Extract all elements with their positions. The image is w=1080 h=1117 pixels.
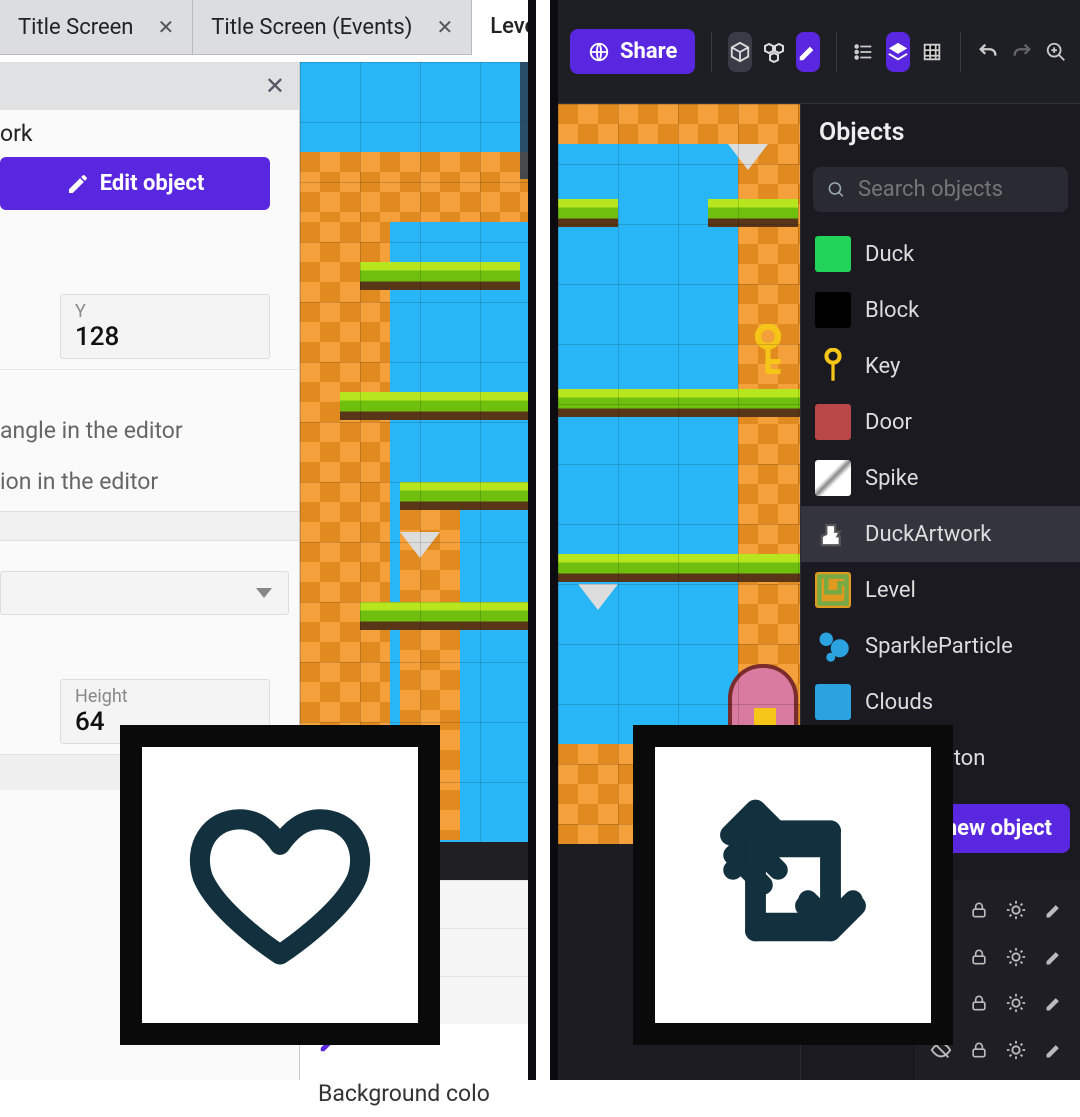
edit-icon[interactable] — [1038, 937, 1070, 978]
tab-label: Title Screen (Events) — [211, 15, 412, 40]
brightness-icon[interactable] — [1001, 890, 1033, 931]
tab-title-screen[interactable]: Title Screen ✕ — [0, 0, 193, 54]
object-item-level[interactable]: Level — [801, 562, 1080, 618]
search-icon — [827, 179, 846, 201]
y-input[interactable]: Y 128 — [60, 294, 270, 359]
object-item-sparkleparticle[interactable]: SparkleParticle — [801, 618, 1080, 674]
object-item-block[interactable]: Block — [801, 282, 1080, 338]
edit-icon[interactable] — [1038, 1030, 1070, 1071]
object-item-spike[interactable]: Spike — [801, 450, 1080, 506]
retweet-icon — [693, 795, 893, 975]
object-item-label: Door — [865, 410, 912, 435]
pane-divider[interactable] — [528, 0, 558, 1080]
tab-title-screen-events[interactable]: Title Screen (Events) ✕ — [193, 0, 472, 54]
object-thumbnail-icon — [815, 236, 851, 272]
lock-icon[interactable] — [963, 983, 995, 1024]
object-item-door[interactable]: Door — [801, 394, 1080, 450]
object-thumbnail-icon — [815, 292, 851, 328]
zoom-in-icon[interactable] — [1044, 32, 1068, 72]
lock-icon[interactable] — [963, 1030, 995, 1071]
object-thumbnail-icon — [815, 348, 851, 384]
object-item-label: Spike — [865, 466, 918, 491]
objects-title: Objects — [801, 104, 1080, 161]
object-item-duck[interactable]: Duck — [801, 226, 1080, 282]
object-item-label: SparkleParticle — [865, 634, 1013, 659]
close-icon[interactable]: ✕ — [436, 15, 453, 39]
search-objects[interactable] — [813, 167, 1068, 212]
list-icon[interactable] — [852, 32, 876, 72]
heart-icon — [185, 800, 375, 970]
edit-object-button[interactable]: Edit object — [0, 157, 270, 210]
framed-heart — [120, 725, 440, 1045]
share-button[interactable]: Share — [570, 29, 695, 74]
object-thumbnail-icon — [815, 628, 851, 664]
lock-icon[interactable] — [963, 890, 995, 931]
undo-icon[interactable] — [976, 32, 1000, 72]
top-toolbar: Share — [558, 0, 1080, 104]
object-thumbnail-icon — [815, 572, 851, 608]
peek-row[interactable]: Background colo — [300, 1070, 540, 1117]
globe-icon — [588, 41, 610, 63]
grid-icon[interactable] — [920, 32, 944, 72]
object-thumbnail-icon — [815, 404, 851, 440]
edit-mode-icon[interactable] — [796, 32, 820, 72]
object-item-label: Clouds — [865, 690, 933, 715]
framed-retweet — [633, 725, 953, 1045]
object-item-label: Block — [865, 298, 919, 323]
object-thumbnail-icon — [815, 460, 851, 496]
hint-position: ion in the editor — [0, 460, 299, 511]
redo-icon[interactable] — [1010, 32, 1034, 72]
dropdown[interactable] — [0, 571, 289, 615]
layers-icon[interactable] — [886, 32, 910, 72]
object-thumbnail-icon — [815, 516, 851, 552]
object-item-label: Key — [865, 354, 900, 379]
chevron-down-icon — [256, 588, 272, 598]
brightness-icon[interactable] — [1001, 937, 1033, 978]
object-item-clouds[interactable]: Clouds — [801, 674, 1080, 730]
objects-list: Duck Block Key Door Spike DuckArtwork Level Spa… — [801, 226, 1080, 786]
y-value: 128 — [75, 322, 255, 352]
edit-icon[interactable] — [1038, 983, 1070, 1024]
lock-icon[interactable] — [963, 937, 995, 978]
object-thumbnail-icon — [815, 684, 851, 720]
object-item-label: Duck — [865, 242, 914, 267]
object-item-duckartwork[interactable]: DuckArtwork — [801, 506, 1080, 562]
edit-icon[interactable] — [1038, 890, 1070, 931]
cubes-icon[interactable] — [762, 32, 786, 72]
close-icon[interactable]: ✕ — [157, 15, 174, 39]
cube-icon[interactable] — [728, 32, 752, 72]
object-item-label: DuckArtwork — [865, 522, 991, 547]
inspector-header: ✕ — [0, 62, 299, 110]
object-item-key[interactable]: Key — [801, 338, 1080, 394]
y-label: Y — [75, 301, 255, 322]
object-item-label: Level — [865, 578, 916, 603]
brightness-icon[interactable] — [1001, 983, 1033, 1024]
share-label: Share — [620, 39, 677, 64]
height-label: Height — [75, 686, 255, 707]
close-icon[interactable]: ✕ — [265, 72, 285, 100]
hint-angle: angle in the editor — [0, 409, 299, 460]
brightness-icon[interactable] — [1001, 1030, 1033, 1071]
edit-object-label: Edit object — [100, 171, 205, 196]
object-name-fragment: ork — [0, 110, 299, 157]
pencil-icon — [66, 172, 90, 196]
tab-label: Title Screen — [18, 15, 133, 40]
search-input[interactable] — [858, 177, 1054, 202]
